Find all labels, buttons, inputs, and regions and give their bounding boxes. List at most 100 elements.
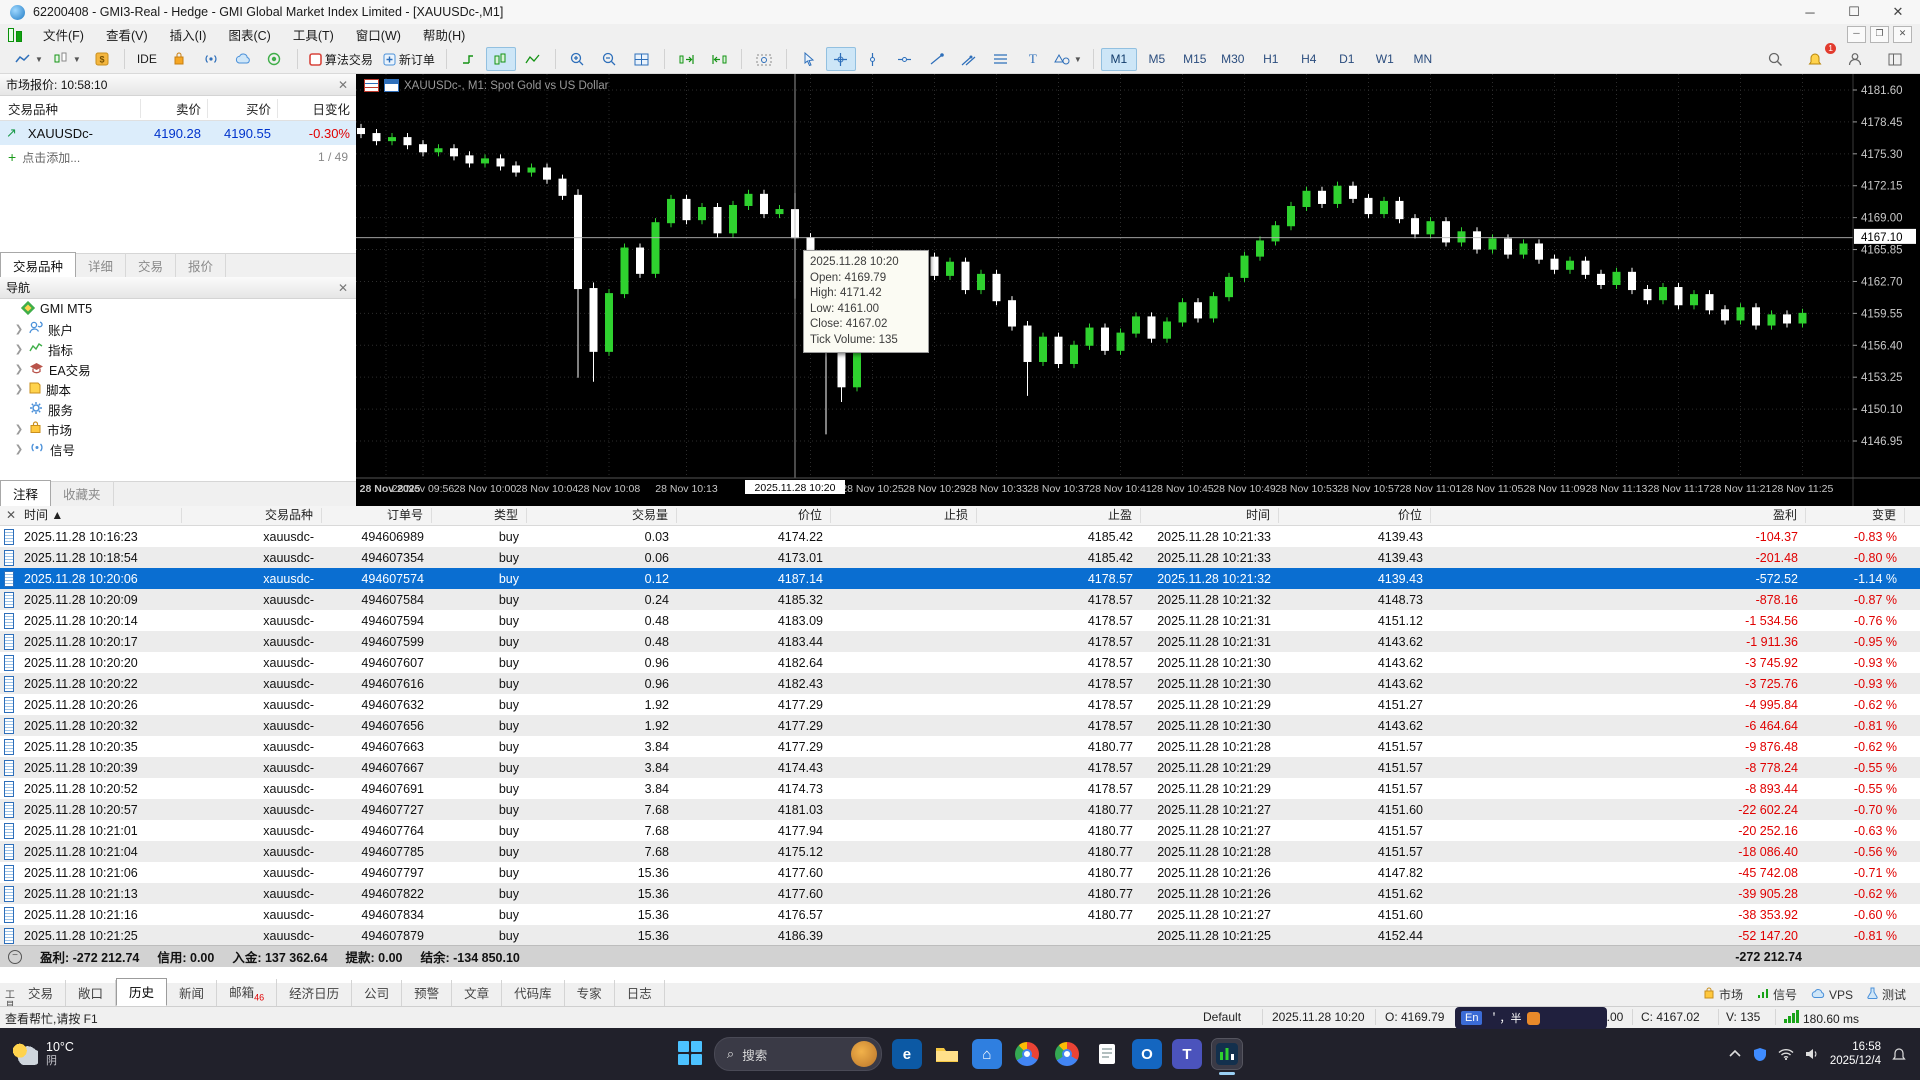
fibonacci-button[interactable]	[986, 47, 1016, 71]
notes-icon[interactable]	[1092, 1039, 1122, 1069]
market-watch-close-icon[interactable]: ✕	[336, 78, 350, 92]
column-header-7[interactable]: 止盈	[977, 508, 1141, 523]
ime-punctuation[interactable]: ＇，半	[1488, 1010, 1521, 1026]
history-row[interactable]: 2025.11.28 10:21:04xauusdc-494607785buy7…	[0, 841, 1920, 862]
market-watch-add-row[interactable]: + 点击添加... 1 / 49	[0, 145, 356, 169]
tab-收藏夹[interactable]: 收藏夹	[51, 481, 114, 506]
timeframe-m15-button[interactable]: M15	[1177, 48, 1213, 71]
history-row[interactable]: 2025.11.28 10:20:52xauusdc-494607691buy3…	[0, 778, 1920, 799]
column-header-0[interactable]: 时间 ▲	[22, 508, 182, 523]
timeframe-h4-button[interactable]: H4	[1291, 48, 1327, 71]
taskbar-search-box[interactable]: ⌕ 搜索	[714, 1037, 882, 1071]
trendline-button[interactable]	[922, 47, 952, 71]
toolbox-tab-新闻[interactable]: 新闻	[167, 980, 217, 1006]
toolbox-tab-代码库[interactable]: 代码库	[502, 980, 565, 1006]
history-row[interactable]: 2025.11.28 10:20:35xauusdc-494607663buy3…	[0, 736, 1920, 757]
expand-arrow-icon[interactable]: ❯	[14, 344, 24, 355]
notifications-bell-icon[interactable]: 1	[1800, 47, 1830, 71]
history-row[interactable]: 2025.11.28 10:20:32xauusdc-494607656buy1…	[0, 715, 1920, 736]
tab-详细[interactable]: 详细	[76, 253, 126, 278]
teams-icon[interactable]: T	[1172, 1039, 1202, 1069]
tab-交易品种[interactable]: 交易品种	[0, 252, 76, 279]
market-button[interactable]	[164, 47, 194, 71]
zoom-out-button[interactable]	[595, 47, 625, 71]
history-row[interactable]: 2025.11.28 10:20:39xauusdc-494607667buy3…	[0, 757, 1920, 778]
chrome-icon[interactable]	[1012, 1039, 1042, 1069]
step-back-button[interactable]	[704, 47, 734, 71]
menu-item-图表[interactable]: 图表(C)	[217, 27, 281, 45]
minimize-button[interactable]: ─	[1788, 0, 1832, 24]
history-table-header[interactable]: ✕时间 ▲交易品种订单号类型交易量价位止损止盈时间价位盈利变更	[0, 506, 1920, 526]
column-header-8[interactable]: 时间	[1141, 508, 1279, 523]
column-header-5[interactable]: 价位	[677, 508, 831, 523]
vertical-line-button[interactable]	[858, 47, 888, 71]
search-community-button[interactable]	[260, 47, 290, 71]
history-row[interactable]: 2025.11.28 10:20:57xauusdc-494607727buy7…	[0, 799, 1920, 820]
mdi-close-button[interactable]: ✕	[1893, 26, 1912, 43]
horizontal-line-button[interactable]	[890, 47, 920, 71]
tab-报价[interactable]: 报价	[176, 253, 226, 278]
expand-arrow-icon[interactable]: ❯	[14, 444, 24, 455]
history-row[interactable]: 2025.11.28 10:20:20xauusdc-494607607buy0…	[0, 652, 1920, 673]
column-header-3[interactable]: 类型	[432, 508, 527, 523]
nav-item-ea[interactable]: ❯EA交易	[0, 359, 356, 379]
zoom-in-button[interactable]	[563, 47, 593, 71]
column-header-1[interactable]: 交易品种	[182, 508, 322, 523]
layout-icon[interactable]	[1880, 47, 1910, 71]
nav-item-gmi[interactable]: GMI MT5	[0, 299, 356, 319]
history-row[interactable]: 2025.11.28 10:20:09xauusdc-494607584buy0…	[0, 589, 1920, 610]
line-chart-button[interactable]: ▼	[11, 47, 47, 71]
expand-arrow-icon[interactable]: ❯	[14, 364, 24, 375]
toolbox-tab-经济日历[interactable]: 经济日历	[277, 980, 352, 1006]
vps-cloud-button[interactable]	[228, 47, 258, 71]
shapes-button[interactable]: ▼	[1050, 47, 1086, 71]
timeframe-m30-button[interactable]: M30	[1215, 48, 1251, 71]
auto-scroll-button[interactable]	[486, 47, 516, 71]
expand-arrow-icon[interactable]: ❯	[14, 384, 24, 395]
toolbox-tab-专家[interactable]: 专家	[565, 980, 615, 1006]
expand-arrow-icon[interactable]: ❯	[14, 424, 24, 435]
ime-basket-icon[interactable]	[1527, 1012, 1540, 1025]
screenshot-button[interactable]	[749, 47, 779, 71]
edge-icon[interactable]: e	[892, 1039, 922, 1069]
nav-item-signal[interactable]: ❯信号	[0, 439, 356, 459]
new-order-button[interactable]: 新订单	[379, 47, 439, 71]
menu-item-工具[interactable]: 工具(T)	[282, 27, 345, 45]
nav-item-script[interactable]: ❯脚本	[0, 379, 356, 399]
history-row[interactable]: 2025.11.28 10:20:26xauusdc-494607632buy1…	[0, 694, 1920, 715]
crosshair-button[interactable]	[826, 47, 856, 71]
timeframe-m5-button[interactable]: M5	[1139, 48, 1175, 71]
ide-button[interactable]: IDE	[132, 47, 162, 71]
security-shield-icon[interactable]	[1753, 1047, 1767, 1062]
history-row[interactable]: 2025.11.28 10:20:17xauusdc-494607599buy0…	[0, 631, 1920, 652]
toolbox-tab-邮箱[interactable]: 邮箱46	[217, 979, 277, 1007]
nav-item-indicator[interactable]: ❯指标	[0, 339, 356, 359]
ime-toolbar[interactable]: En ＇，半	[1455, 1007, 1607, 1029]
signals-button[interactable]	[196, 47, 226, 71]
history-row[interactable]: 2025.11.28 10:20:06xauusdc-494607574buy0…	[0, 568, 1920, 589]
navigator-close-icon[interactable]: ✕	[336, 281, 350, 295]
history-row[interactable]: 2025.11.28 10:20:14xauusdc-494607594buy0…	[0, 610, 1920, 631]
toolbox-tab-敞口[interactable]: 敞口	[66, 980, 116, 1006]
currency-button[interactable]: $	[87, 47, 117, 71]
search-icon[interactable]	[1760, 47, 1790, 71]
quick-button-signal[interactable]: 信号	[1757, 986, 1797, 1003]
timeframe-d1-button[interactable]: D1	[1329, 48, 1365, 71]
store-icon[interactable]: ⌂	[972, 1039, 1002, 1069]
nav-item-service[interactable]: 服务	[0, 399, 356, 419]
market-watch-symbol-row[interactable]: ↗XAUUSDc- 4190.28 4190.55 -0.30%	[0, 121, 356, 145]
column-header-6[interactable]: 止损	[831, 508, 977, 523]
maximize-button[interactable]: ☐	[1832, 0, 1876, 24]
quick-button-flask[interactable]: 测试	[1867, 986, 1906, 1003]
menu-item-查看[interactable]: 查看(V)	[95, 27, 159, 45]
chart-window[interactable]: XAUUSDc-, M1: Spot Gold vs US Dollar 418…	[356, 74, 1920, 506]
column-header-11[interactable]: 变更	[1806, 508, 1905, 523]
channel-button[interactable]	[954, 47, 984, 71]
algo-trading-button[interactable]: 算法交易	[305, 47, 377, 71]
toolbox-tab-历史[interactable]: 历史	[116, 978, 167, 1006]
history-row[interactable]: 2025.11.28 10:21:25xauusdc-494607879buy1…	[0, 925, 1920, 946]
taskbar-weather-widget[interactable]: 10°C阴	[0, 1040, 192, 1068]
column-header-9[interactable]: 价位	[1279, 508, 1431, 523]
start-button[interactable]	[678, 1041, 704, 1067]
history-row[interactable]: 2025.11.28 10:20:22xauusdc-494607616buy0…	[0, 673, 1920, 694]
